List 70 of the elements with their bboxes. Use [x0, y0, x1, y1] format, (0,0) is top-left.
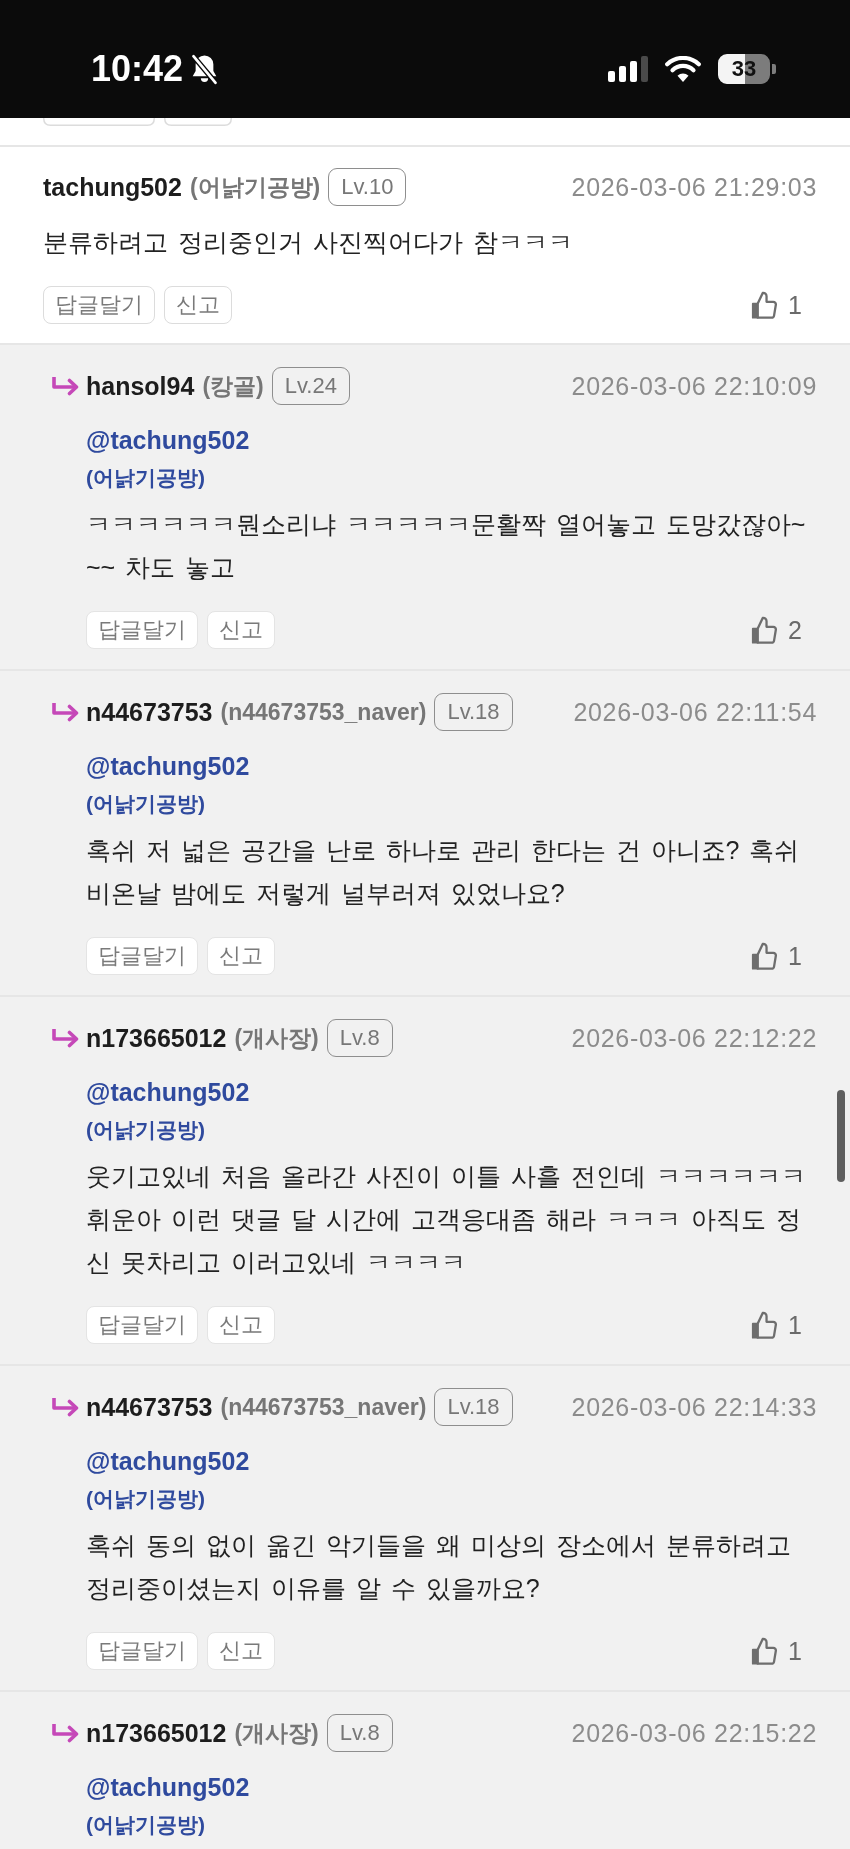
like-button[interactable]: 1 [750, 941, 802, 971]
report-button[interactable]: 신고 [207, 1632, 275, 1670]
comment-date: 2026-03-06 22:12:22 [571, 1023, 817, 1053]
reply-button[interactable]: 답글달기 [86, 1306, 198, 1344]
like-button[interactable]: 1 [750, 290, 802, 320]
thumbs-up-icon [750, 942, 779, 970]
mention-nickname: (어낡기공방) [86, 465, 205, 491]
level-badge: Lv.10 [328, 168, 407, 206]
cut-off-button[interactable] [164, 118, 232, 126]
reply-arrow-icon [51, 1028, 81, 1048]
comment-text: ㅋㅋㅋㅋㅋㅋ뭔소리냐 ㅋㅋㅋㅋㅋ문활짝 열어놓고 도망갔잖아~~~ 차도 놓고 [86, 509, 807, 583]
reply-button[interactable]: 답글달기 [86, 611, 198, 649]
report-button[interactable]: 신고 [207, 611, 275, 649]
username: tachung502 [43, 172, 182, 202]
username: n173665012 [86, 1718, 227, 1748]
reply-button[interactable]: 답글달기 [43, 286, 155, 324]
user-nickname: (어낡기공방) [189, 172, 321, 202]
wifi-icon [665, 56, 701, 82]
mention-nickname: (어낡기공방) [86, 1117, 205, 1143]
comment-text: 혹쉬 저 넓은 공간을 난로 하나로 관리 한다는 건 아니죠? 혹쉬 비온날 밤에도 저렇게 널부러져 있었나요? [86, 835, 801, 909]
mention-link[interactable]: @tachung502 [86, 1443, 250, 1479]
reply-button[interactable]: 답글달기 [86, 1632, 198, 1670]
thumbs-up-icon [750, 1637, 779, 1665]
reply-arrow-icon [51, 1723, 81, 1743]
mention-link[interactable]: @tachung502 [86, 748, 250, 784]
battery-indicator: 33 [718, 54, 776, 84]
username: n44673753 [86, 1392, 213, 1422]
user-nickname: (n44673753_naver) [220, 698, 427, 726]
level-badge: Lv.18 [434, 693, 513, 731]
level-badge: Lv.24 [271, 367, 350, 405]
username: n44673753 [86, 697, 213, 727]
report-button[interactable]: 신고 [207, 937, 275, 975]
comment-date: 2026-03-06 22:10:09 [571, 371, 817, 401]
comment-date: 2026-03-06 22:11:54 [573, 697, 817, 727]
mention-nickname: (어낡기공방) [86, 1486, 205, 1512]
status-time: 10:42 [91, 49, 184, 89]
comment-text: 분류하려고 정리중인거 사진찍어다가 참ㅋㅋㅋ [43, 227, 574, 258]
comment-date: 2026-03-06 22:14:33 [571, 1392, 817, 1422]
comment-text: 혹쉬 동의 없이 옮긴 악기들을 왜 미상의 장소에서 분류하려고 정리중이셨는지 이유를 알 수 있을까요? [86, 1530, 792, 1604]
thumbs-up-icon [750, 1311, 779, 1339]
mention-link[interactable]: @tachung502 [86, 422, 250, 458]
mention-link[interactable]: @tachung502 [86, 1074, 250, 1110]
comment-date: 2026-03-06 22:15:22 [571, 1718, 817, 1748]
username: n173665012 [86, 1023, 227, 1053]
user-nickname: (개사장) [234, 1718, 319, 1748]
level-badge: Lv.8 [326, 1019, 393, 1057]
user-nickname: (n44673753_naver) [220, 1393, 427, 1421]
like-button[interactable]: 2 [750, 615, 802, 645]
comment-text: 웃기고있네 처음 올라간 사진이 이틀 사흘 전인데 ㅋㅋㅋㅋㅋㅋ 휘운아 이런 댓글 달 시간에 고객응대좀 해라 ㅋㅋㅋ 아직도 정신 못차리고 이러고있네 ㅋㅋㅋㅋ [86, 1161, 807, 1278]
reply-arrow-icon [51, 1397, 81, 1417]
cut-off-button[interactable] [43, 118, 155, 126]
like-button[interactable]: 1 [750, 1636, 802, 1666]
thumbs-up-icon [750, 291, 779, 319]
level-badge: Lv.18 [434, 1388, 513, 1426]
comment-date: 2026-03-06 21:29:03 [571, 172, 817, 202]
mention-nickname: (어낡기공방) [86, 791, 205, 817]
user-nickname: (캉골) [202, 371, 264, 401]
reply-button[interactable]: 답글달기 [86, 937, 198, 975]
report-button[interactable]: 신고 [164, 286, 232, 324]
reply-arrow-icon [51, 702, 81, 722]
signal-icon [608, 56, 648, 82]
user-nickname: (개사장) [234, 1023, 319, 1053]
like-button[interactable]: 1 [750, 1310, 802, 1340]
username: hansol94 [86, 371, 195, 401]
thumbs-up-icon [750, 616, 779, 644]
mention-nickname: (어낡기공방) [86, 1812, 205, 1838]
mention-link[interactable]: @tachung502 [86, 1769, 250, 1805]
report-button[interactable]: 신고 [207, 1306, 275, 1344]
reply-arrow-icon [51, 376, 81, 396]
level-badge: Lv.8 [326, 1714, 393, 1752]
